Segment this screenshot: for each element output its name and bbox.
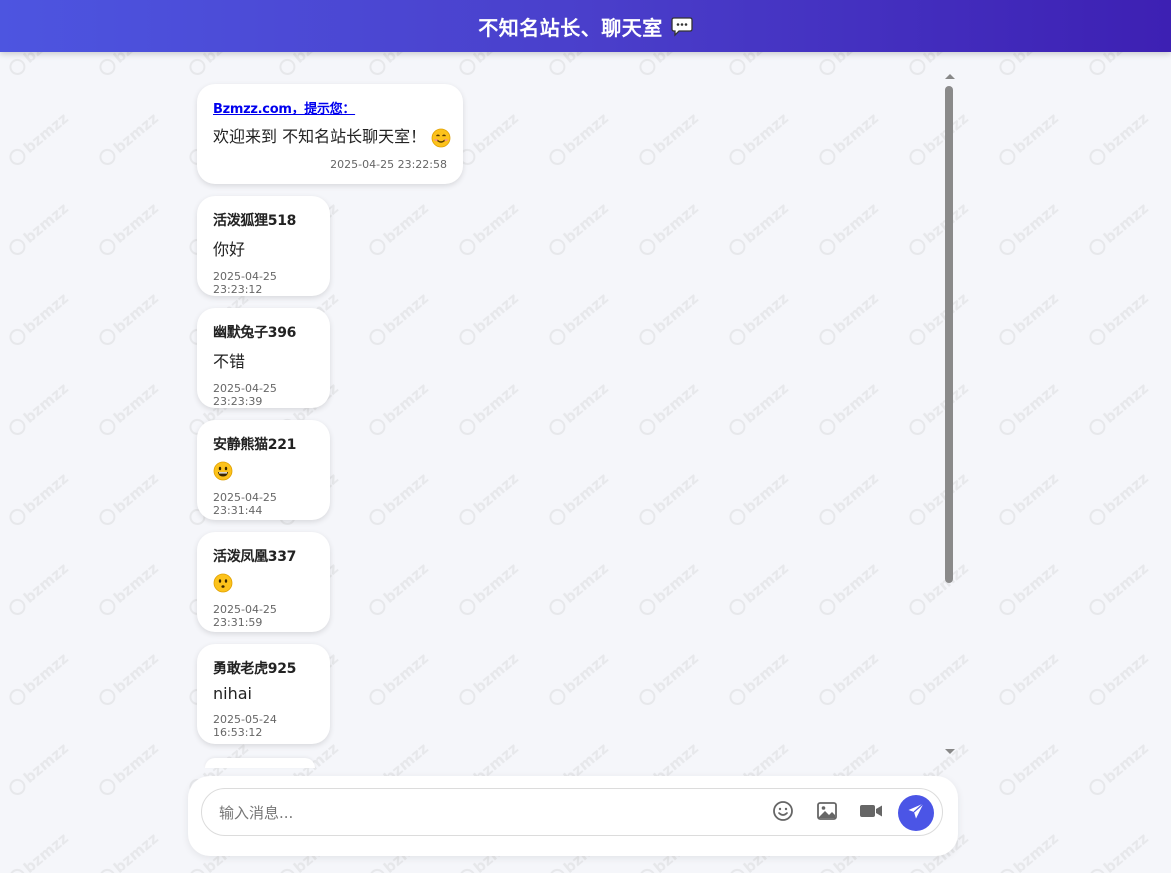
paper-plane-icon	[907, 802, 925, 824]
message-timestamp: 2025-04-25 23:31:44	[213, 490, 277, 517]
speech-bubble-icon	[671, 17, 693, 37]
scroll-down-arrow-icon[interactable]	[945, 749, 955, 754]
message-sender: 幽默兔子396	[213, 325, 297, 341]
smiley-icon	[772, 800, 794, 826]
composer-panel	[188, 776, 958, 856]
message-bubble: 安静熊猫221 2025-04-25 23:31:44	[197, 420, 330, 520]
message-sender: 勇敢老虎925	[213, 661, 297, 677]
video-camera-icon	[859, 802, 883, 824]
message-bubble: 勇敢老虎925 nihai 2025-05-24 16:53:12	[197, 644, 330, 744]
image-icon	[816, 801, 838, 825]
message-sender: 活泼狐狸518	[213, 213, 297, 229]
emoji-button[interactable]	[770, 800, 796, 826]
composer-input-wrapper	[201, 788, 943, 836]
image-upload-button[interactable]	[814, 800, 840, 826]
message-bubble: 幽默兔子396 不错 2025-04-25 23:23:39	[197, 308, 330, 408]
message-timestamp: 2025-04-25 23:31:59	[213, 602, 277, 629]
message-text: 欢迎来到 不知名站长聊天室！	[213, 123, 451, 148]
message-list-scrollbar[interactable]	[943, 72, 957, 756]
message-text-content: 欢迎来到 不知名站长聊天室！	[213, 127, 427, 146]
message-bubble: 活泼狐狸518 你好 2025-04-25 23:23:12	[197, 196, 330, 296]
message-sender: 安静熊猫221	[213, 437, 297, 453]
message-bubble: 活泼凤凰337 2025-04-25 23:31:59	[197, 532, 330, 632]
scrollbar-thumb[interactable]	[945, 86, 953, 583]
message-timestamp: 2025-04-25 23:23:12	[213, 270, 277, 296]
hushed-face-icon	[213, 573, 233, 593]
message-input[interactable]	[217, 799, 751, 827]
message-text: nihai	[213, 684, 252, 703]
send-button[interactable]	[898, 795, 934, 831]
scroll-up-arrow-icon[interactable]	[945, 74, 955, 79]
message-text: 不错	[213, 352, 246, 371]
app-header: 不知名站长、聊天室	[0, 0, 1171, 52]
message-text: 你好	[213, 240, 246, 259]
message-text	[213, 460, 314, 481]
video-upload-button[interactable]	[858, 800, 884, 826]
message-timestamp: 2025-04-25 23:22:58	[330, 157, 447, 171]
smiling-face-icon	[431, 128, 451, 148]
grinning-face-icon	[213, 461, 233, 481]
message-bubble-system: Bzmzz.com，提示您： 欢迎来到 不知名站长聊天室！ 2025-04-25…	[197, 84, 463, 184]
message-list[interactable]: Bzmzz.com，提示您： 欢迎来到 不知名站长聊天室！ 2025-04-25…	[188, 64, 958, 764]
message-timestamp: 2025-04-25 23:23:39	[213, 382, 277, 408]
message-timestamp: 2025-05-24 16:53:12	[213, 713, 277, 739]
page-title: 不知名站长、聊天室	[478, 15, 663, 40]
message-text	[213, 572, 314, 593]
message-bubble-partial	[205, 758, 315, 768]
message-sender: 活泼凤凰337	[213, 549, 297, 565]
system-sender-link[interactable]: Bzmzz.com，提示您：	[213, 98, 447, 117]
